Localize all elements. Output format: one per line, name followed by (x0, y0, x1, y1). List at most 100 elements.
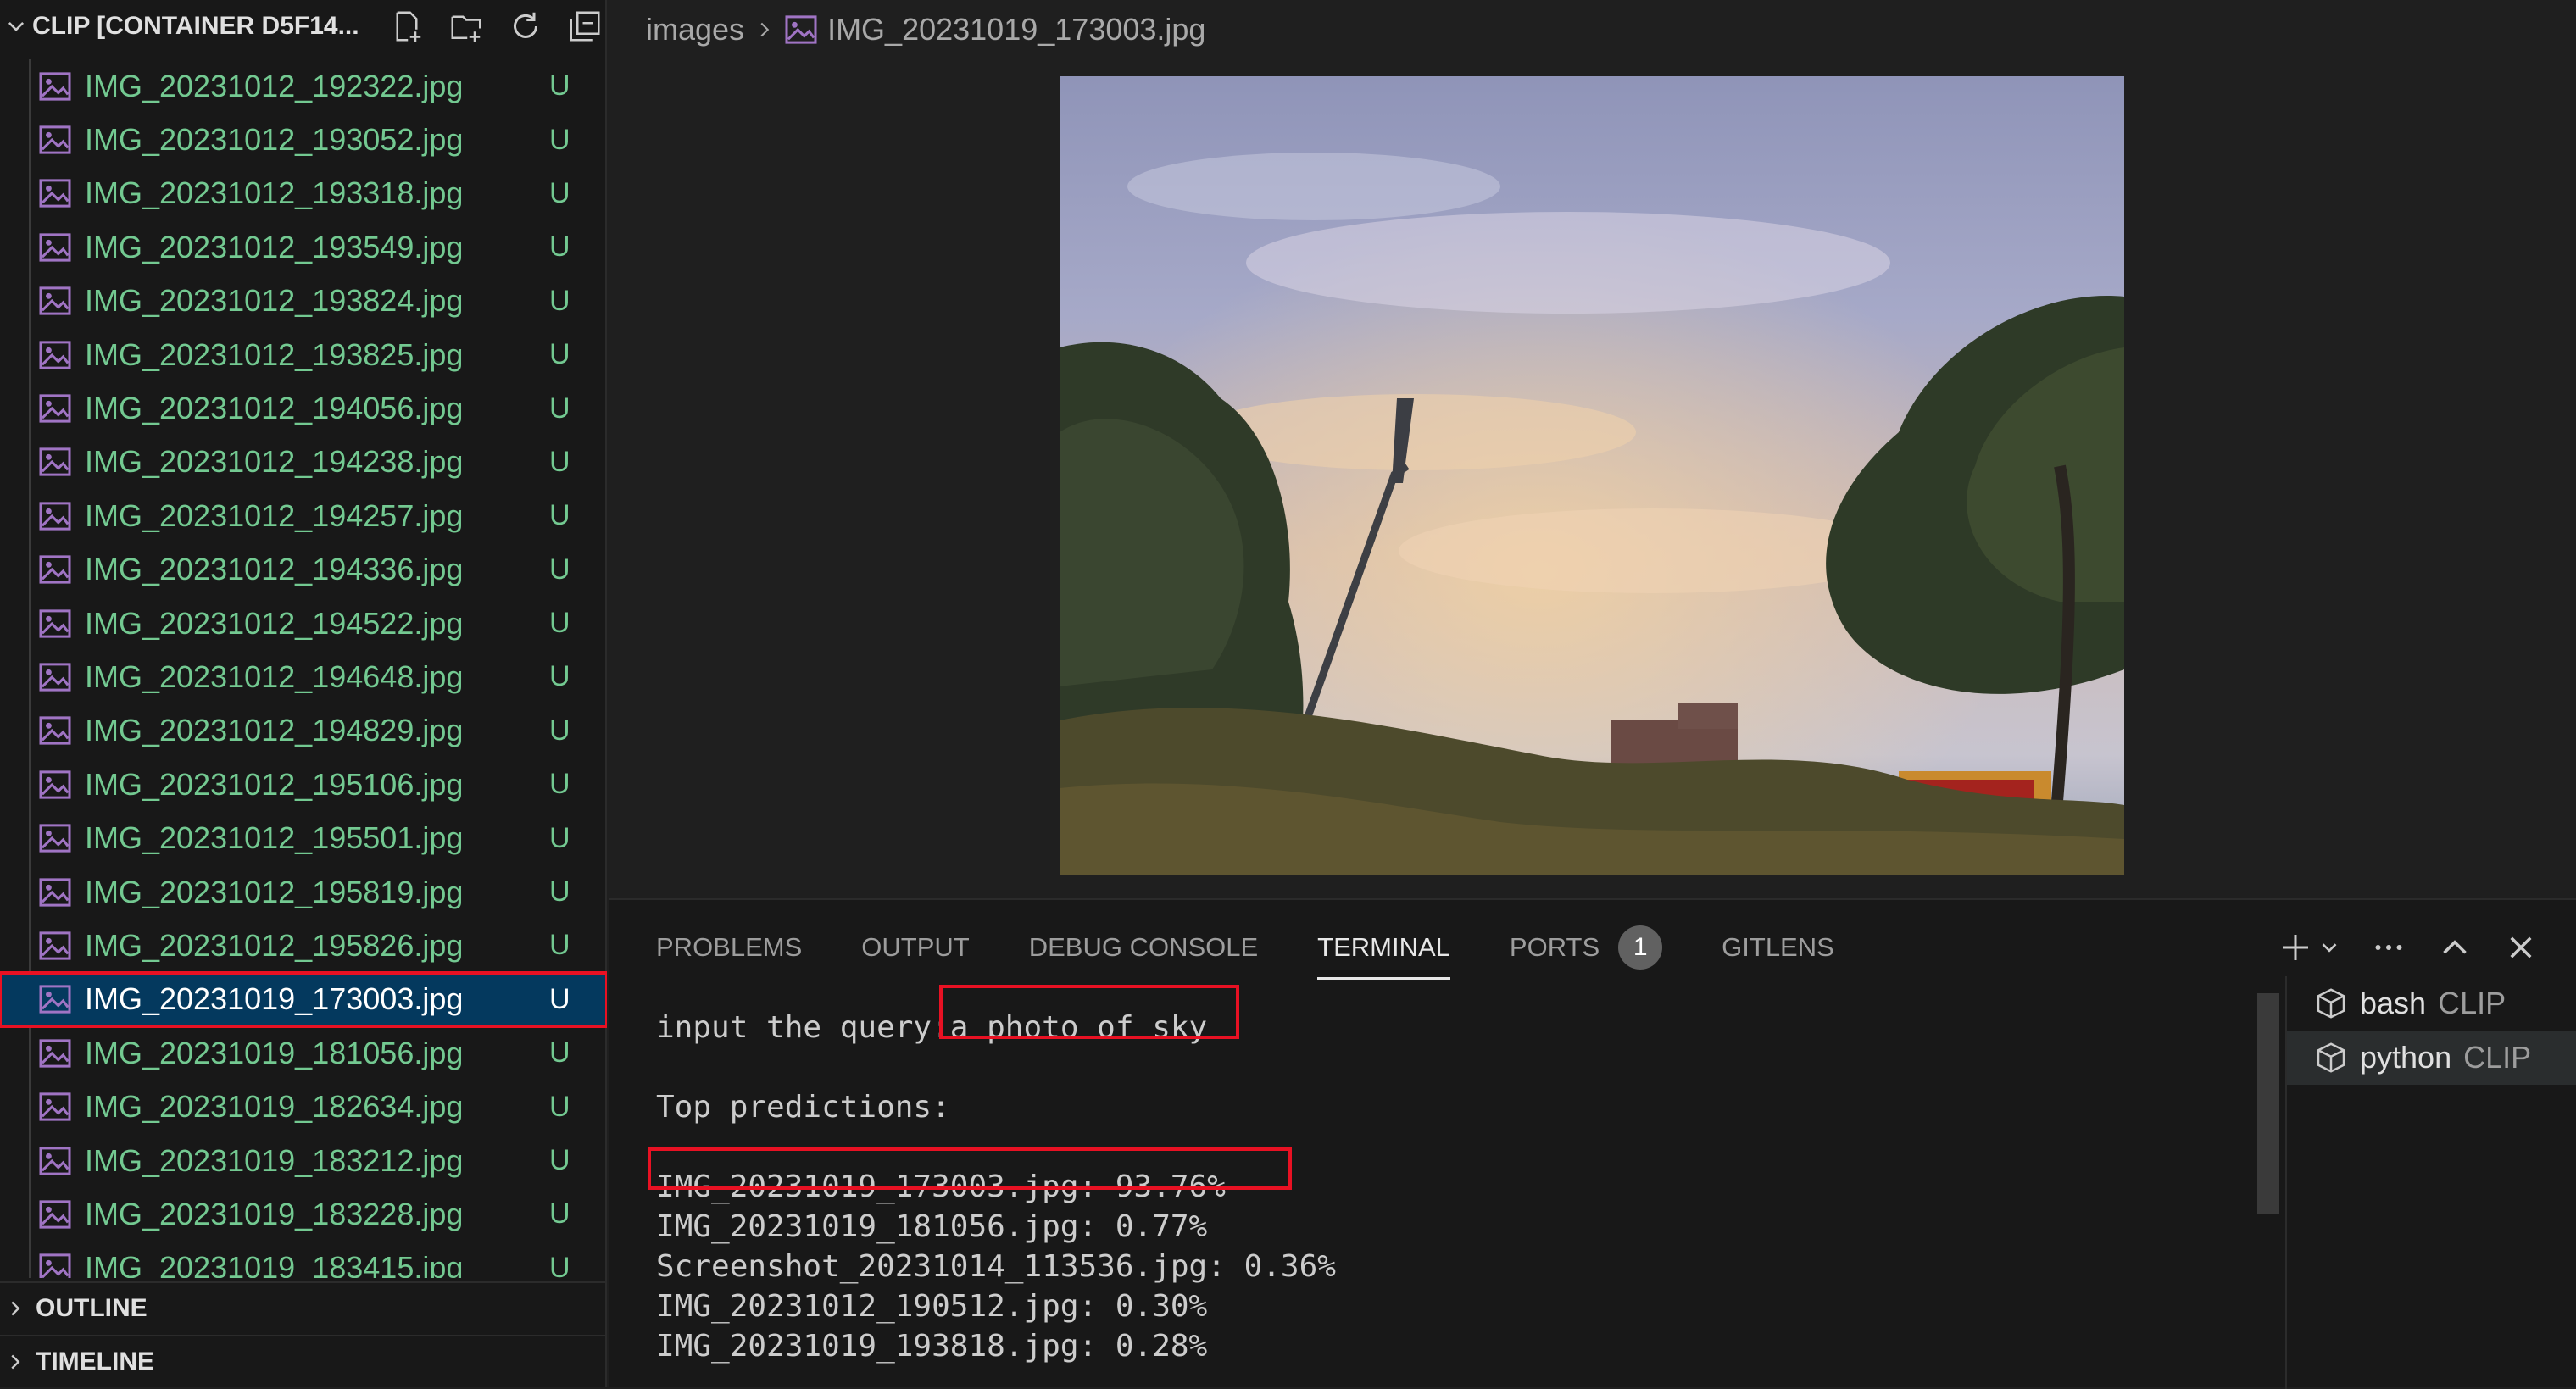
explorer-header[interactable]: CLIP [CONTAINER D5F14... (0, 0, 607, 53)
file-item[interactable]: IMG_20231012_193825.jpg U (0, 328, 607, 381)
collapse-all-icon[interactable] (565, 6, 605, 47)
git-status-badge: U (549, 392, 570, 425)
maximize-panel-icon[interactable] (2435, 928, 2474, 967)
image-file-icon (39, 716, 71, 745)
image-file-icon (39, 394, 71, 423)
file-item[interactable]: IMG_20231019_182634.jpg U (0, 1080, 607, 1133)
top-result-highlight-box (648, 1147, 1292, 1190)
file-name: IMG_20231012_195501.jpg (85, 820, 464, 856)
git-status-badge: U (549, 69, 570, 103)
image-file-icon (39, 125, 71, 154)
file-name: IMG_20231012_192322.jpg (85, 68, 464, 103)
file-item[interactable]: IMG_20231012_194238.jpg U (0, 436, 607, 489)
git-status-badge: U (549, 338, 570, 371)
git-status-badge: U (549, 982, 570, 1015)
sky-photo (1060, 76, 2124, 875)
git-status-badge: U (549, 714, 570, 747)
file-name: IMG_20231012_195819.jpg (85, 874, 464, 909)
tab-problems[interactable]: PROBLEMS (656, 917, 802, 978)
predictions-heading: Top predictions: (656, 1090, 950, 1125)
new-folder-icon[interactable] (446, 6, 487, 47)
close-panel-icon[interactable] (2501, 928, 2540, 967)
file-name: IMG_20231019_173003.jpg (85, 981, 464, 1017)
image-file-icon (785, 15, 817, 44)
file-item[interactable]: IMG_20231019_183212.jpg U (0, 1134, 607, 1187)
breadcrumb-file[interactable]: IMG_20231019_173003.jpg (827, 12, 1205, 47)
file-item[interactable]: IMG_20231012_193052.jpg U (0, 113, 607, 166)
tab-ports[interactable]: PORTS 1 (1510, 917, 1663, 978)
panel-actions (2276, 922, 2540, 973)
image-file-icon (39, 985, 71, 1014)
file-item[interactable]: IMG_20231012_194829.jpg U (0, 704, 607, 758)
file-name: IMG_20231012_193825.jpg (85, 336, 464, 372)
file-item[interactable]: IMG_20231012_195501.jpg U (0, 811, 607, 864)
image-file-icon (39, 502, 71, 531)
terminal-scrollbar[interactable] (2257, 993, 2279, 1214)
image-file-icon (39, 663, 71, 692)
git-status-badge: U (549, 553, 570, 586)
image-file-icon (39, 608, 71, 638)
tab-gitlens[interactable]: GITLENS (1722, 917, 1834, 978)
more-actions-icon[interactable] (2369, 928, 2408, 967)
terminal-instance-bash[interactable]: bash CLIP (2287, 976, 2576, 1031)
new-file-icon[interactable] (387, 6, 427, 47)
git-status-badge: U (549, 1197, 570, 1231)
file-item[interactable]: IMG_20231012_194056.jpg U (0, 381, 607, 435)
git-status-badge: U (549, 660, 570, 693)
file-item[interactable]: IMG_20231012_194336.jpg U (0, 543, 607, 597)
image-file-icon (39, 1039, 71, 1068)
refresh-icon[interactable] (505, 6, 546, 47)
file-name: IMG_20231012_195106.jpg (85, 766, 464, 802)
file-item[interactable]: IMG_20231012_194257.jpg U (0, 489, 607, 542)
file-item[interactable]: IMG_20231012_195819.jpg U (0, 865, 607, 919)
file-item[interactable]: IMG_20231019_181056.jpg U (0, 1026, 607, 1080)
file-item[interactable]: IMG_20231012_193549.jpg U (0, 220, 607, 274)
image-preview (1060, 76, 2124, 875)
file-item[interactable]: IMG_20231012_193824.jpg U (0, 275, 607, 328)
file-item[interactable]: IMG_20231012_194522.jpg U (0, 597, 607, 650)
timeline-section[interactable]: TIMELINE (0, 1335, 607, 1387)
file-name: IMG_20231012_193052.jpg (85, 122, 464, 158)
file-item[interactable]: IMG_20231012_192322.jpg U (0, 59, 607, 113)
image-file-icon (39, 1253, 71, 1278)
chevron-right-icon (11, 1354, 20, 1370)
terminal-cube-icon (2317, 988, 2345, 1019)
file-name: IMG_20231012_194238.jpg (85, 444, 464, 480)
chevron-down-icon[interactable] (2317, 928, 2342, 967)
file-item[interactable]: IMG_20231019_183415.jpg U (0, 1242, 607, 1278)
tab-debug-console[interactable]: DEBUG CONSOLE (1029, 917, 1258, 978)
terminal-instance-list: bash CLIP python CLIP (2285, 976, 2576, 1389)
new-terminal-icon[interactable] (2276, 928, 2315, 967)
tab-output[interactable]: OUTPUT (861, 917, 969, 978)
outline-section[interactable]: OUTLINE (0, 1281, 607, 1334)
explorer-sidebar: CLIP [CONTAINER D5F14... IMG_20231012_19… (0, 0, 607, 1387)
chevron-right-icon (760, 22, 770, 37)
file-name: IMG_20231012_195826.jpg (85, 927, 464, 963)
image-file-icon (39, 931, 71, 960)
git-status-badge: U (549, 607, 570, 640)
file-item[interactable]: IMG_20231012_195826.jpg U (0, 919, 607, 972)
image-file-icon (39, 72, 71, 101)
file-item[interactable]: IMG_20231012_193318.jpg U (0, 167, 607, 220)
file-name: IMG_20231012_193318.jpg (85, 175, 464, 211)
git-status-badge: U (549, 821, 570, 854)
image-file-icon (39, 1092, 71, 1121)
image-file-icon (39, 341, 71, 369)
breadcrumb-folder[interactable]: images (646, 12, 744, 47)
outline-label: OUTLINE (36, 1294, 147, 1322)
file-item[interactable]: IMG_20231012_194648.jpg U (0, 650, 607, 703)
tab-terminal[interactable]: TERMINAL (1317, 917, 1450, 980)
chevron-down-icon[interactable] (5, 15, 27, 37)
file-item[interactable]: IMG_20231012_195106.jpg U (0, 758, 607, 811)
terminal-instance-python[interactable]: python CLIP (2287, 1031, 2576, 1085)
terminal-output[interactable]: input the query:a photo of sky Top predi… (648, 985, 2250, 1389)
file-item[interactable]: IMG_20231019_173003.jpg U (0, 970, 607, 1029)
git-status-badge: U (549, 875, 570, 908)
chevron-right-icon (11, 1301, 20, 1316)
git-status-badge: U (549, 768, 570, 801)
prediction-line: Screenshot_20231014_113536.jpg: 0.36% (656, 1249, 1336, 1284)
query-highlight-box (939, 985, 1239, 1039)
file-name: IMG_20231012_194257.jpg (85, 497, 464, 533)
image-file-icon (39, 555, 71, 584)
file-item[interactable]: IMG_20231019_183228.jpg U (0, 1187, 607, 1241)
